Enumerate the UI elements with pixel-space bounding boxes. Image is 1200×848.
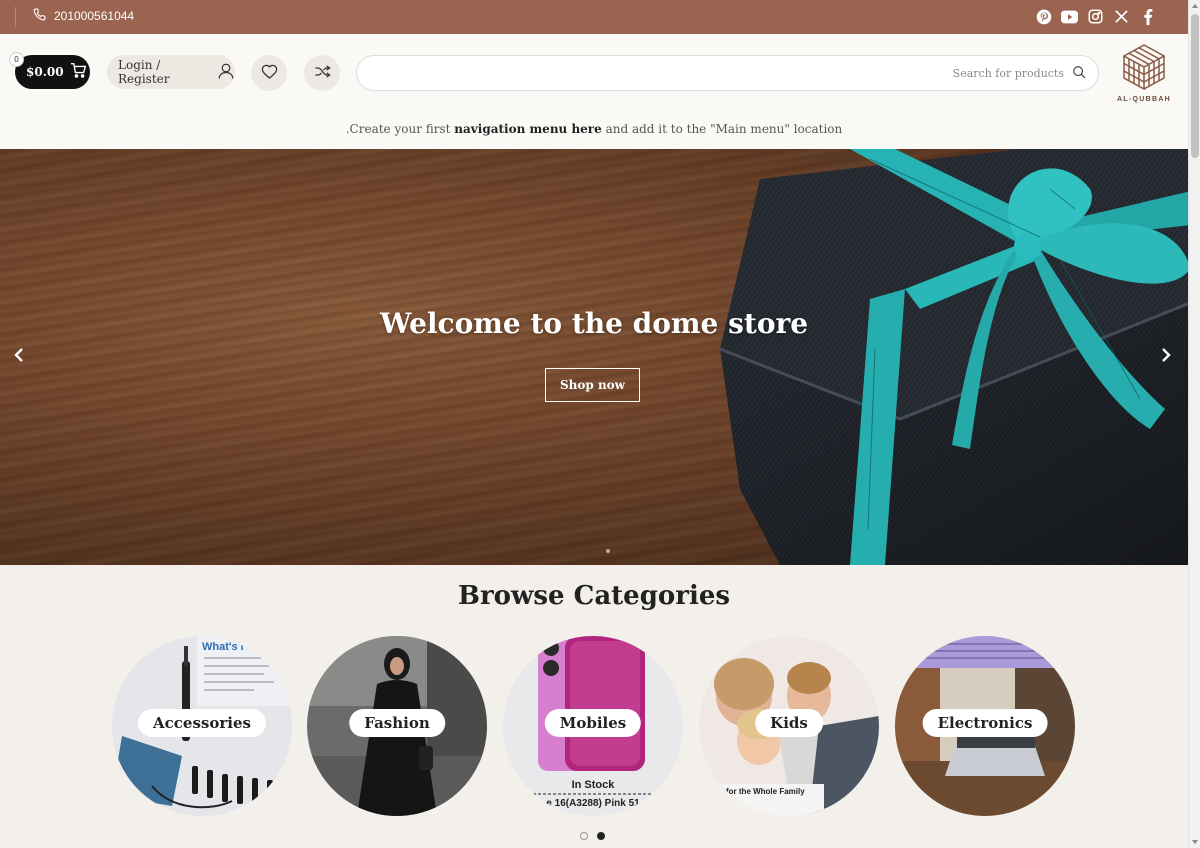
phone-icon: [33, 8, 46, 24]
search-input[interactable]: [764, 66, 1064, 80]
nav-note-suffix: and add it to the "Main menu" location: [601, 122, 843, 136]
gift-box-image: [720, 149, 1188, 565]
chevron-right-icon: [1161, 347, 1171, 367]
cart-icon: [70, 63, 87, 81]
logo-icon: [1119, 42, 1169, 94]
scroll-down-arrow[interactable]: [1192, 840, 1198, 844]
phone-contact[interactable]: 201000561044: [33, 8, 134, 24]
slider-dot[interactable]: [606, 549, 610, 553]
login-label: Login / Register: [118, 58, 170, 86]
site-header: $0.00 0 Login / Register Search for prod…: [0, 34, 1188, 149]
pinterest-icon[interactable]: [1035, 8, 1052, 25]
scroll-up-arrow[interactable]: [1192, 4, 1198, 8]
cart-total: $0.00: [26, 65, 64, 79]
category-accessories[interactable]: What's i Accessories: [112, 636, 292, 816]
site-logo[interactable]: AL-QUBBAH: [1116, 42, 1172, 106]
accessories-box-title: What's i: [202, 641, 244, 653]
search-icon[interactable]: [1072, 64, 1086, 83]
mobiles-model-text: e 16(A3288) Pink 51: [546, 798, 640, 809]
carousel-dot-2-active[interactable]: [597, 832, 605, 840]
shop-now-button[interactable]: Shop now: [545, 368, 640, 402]
x-icon[interactable]: [1113, 8, 1130, 25]
cart-button[interactable]: $0.00: [15, 55, 90, 89]
category-fashion[interactable]: Fashion: [307, 636, 487, 816]
heart-icon: [261, 63, 278, 83]
wishlist-button[interactable]: [251, 55, 287, 91]
browse-categories-title: Browse Categories: [458, 581, 730, 611]
navigation-menu-notice: .Create your first navigation menu here …: [0, 122, 1188, 136]
category-label: Mobiles: [544, 709, 642, 737]
social-links: [1035, 8, 1156, 25]
category-label: Accessories: [138, 709, 266, 737]
category-label: Kids: [755, 709, 823, 737]
carousel-dot-1[interactable]: [580, 832, 588, 840]
divider: [15, 7, 16, 27]
logo-text: AL-QUBBAH: [1116, 96, 1172, 103]
category-kids[interactable]: for the Whole Family Kids: [699, 636, 879, 816]
search-bar: [356, 55, 1099, 91]
slider-prev-arrow[interactable]: [11, 347, 27, 367]
mobiles-in-stock-text: In Stock: [572, 779, 616, 791]
compare-button[interactable]: [304, 55, 340, 91]
category-label: Electronics: [922, 709, 1048, 737]
nav-note-link[interactable]: navigation menu here: [454, 122, 601, 136]
user-icon: [217, 62, 235, 83]
phone-number: 201000561044: [54, 9, 135, 23]
nav-note-prefix: .Create your first: [345, 122, 455, 136]
page-scrollbar[interactable]: [1188, 0, 1200, 848]
slider-next-arrow[interactable]: [1158, 347, 1174, 367]
login-register-button[interactable]: Login / Register: [107, 55, 235, 89]
scrollbar-thumb[interactable]: [1191, 14, 1199, 158]
instagram-icon[interactable]: [1087, 8, 1104, 25]
category-mobiles[interactable]: In Stock e 16(A3288) Pink 51 Mobiles: [503, 636, 683, 816]
hero-title: Welcome to the dome store: [379, 307, 809, 340]
kids-family-text: for the Whole Family: [726, 787, 805, 796]
youtube-icon[interactable]: [1061, 8, 1078, 25]
cart-count-badge: 0: [9, 52, 24, 67]
shuffle-icon: [314, 64, 331, 83]
facebook-icon[interactable]: [1139, 8, 1156, 25]
top-bar: 201000561044: [0, 0, 1188, 34]
category-electronics[interactable]: Electronics: [895, 636, 1075, 816]
category-label: Fashion: [349, 709, 445, 737]
hero-slider: Welcome to the dome store Shop now: [0, 149, 1188, 565]
chevron-left-icon: [14, 347, 24, 367]
